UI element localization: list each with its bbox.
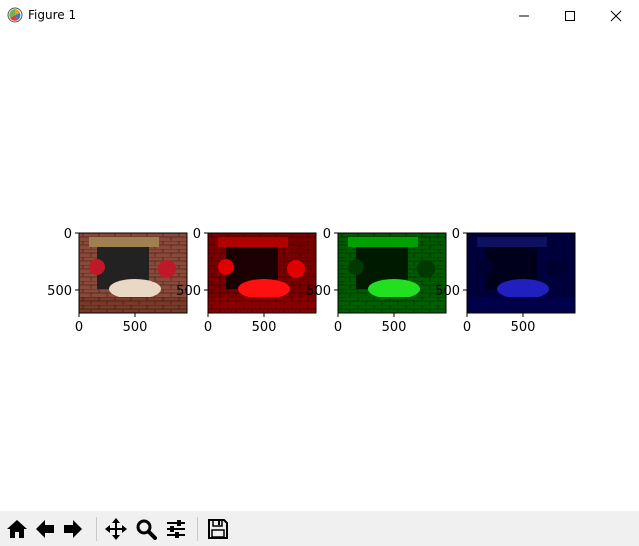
ytick-label: 500: [176, 284, 201, 299]
save-button[interactable]: [205, 515, 231, 543]
navigation-toolbar: [0, 511, 639, 546]
xtick-label: 0: [463, 320, 471, 335]
figure-canvas[interactable]: 0 500 0 500 0 500 0 500 0 500 0 500 0 50…: [0, 31, 639, 511]
home-button[interactable]: [4, 515, 30, 543]
xtick-label: 0: [204, 320, 212, 335]
xtick-label: 0: [334, 320, 342, 335]
window-title: Figure 1: [28, 8, 77, 22]
dog-shape: [109, 279, 161, 299]
close-icon: [610, 10, 622, 21]
arrow-left-icon: [36, 520, 54, 538]
subplot-red: 0 500 0 500: [176, 227, 317, 335]
minimize-icon: [519, 15, 529, 16]
maximize-button[interactable]: [547, 0, 593, 31]
subplot-rgb: 0 500 0 500: [47, 227, 188, 335]
ytick-label: 0: [323, 227, 331, 242]
ytick-label: 0: [193, 227, 201, 242]
arrow-right-icon: [64, 520, 82, 538]
zoom-button[interactable]: [133, 515, 159, 543]
maximize-icon: [565, 10, 575, 21]
toolbar-separator: [96, 517, 97, 541]
pan-button[interactable]: [103, 515, 129, 543]
ytick-label: 500: [47, 284, 72, 299]
window-titlebar: Figure 1: [0, 0, 639, 31]
ytick-label: 0: [64, 227, 72, 242]
close-button[interactable]: [593, 0, 639, 31]
move-icon: [105, 518, 127, 540]
ytick-label: 500: [435, 284, 460, 299]
subplots-svg: 0 500 0 500 0 500 0 500 0 500 0 500 0 50…: [47, 227, 576, 335]
xtick-label: 500: [123, 320, 148, 335]
back-button[interactable]: [32, 515, 58, 543]
subplot-green: 0 500 0 500: [306, 227, 447, 335]
toolbar-separator: [197, 517, 198, 541]
xtick-label: 500: [511, 320, 536, 335]
xtick-label: 500: [252, 320, 277, 335]
sliders-icon: [167, 520, 185, 538]
configure-subplots-button[interactable]: [163, 515, 189, 543]
floppy-disk-icon: [208, 519, 228, 539]
xtick-label: 500: [382, 320, 407, 335]
forward-button[interactable]: [60, 515, 86, 543]
minimize-button[interactable]: [501, 0, 547, 31]
ytick-label: 500: [306, 284, 331, 299]
matplotlib-icon: [7, 7, 23, 23]
magnifier-icon: [136, 519, 157, 540]
ytick-label: 0: [452, 227, 460, 242]
subplot-blue: 0 500 0 500: [435, 227, 576, 335]
home-icon: [7, 520, 27, 538]
xtick-label: 0: [75, 320, 83, 335]
